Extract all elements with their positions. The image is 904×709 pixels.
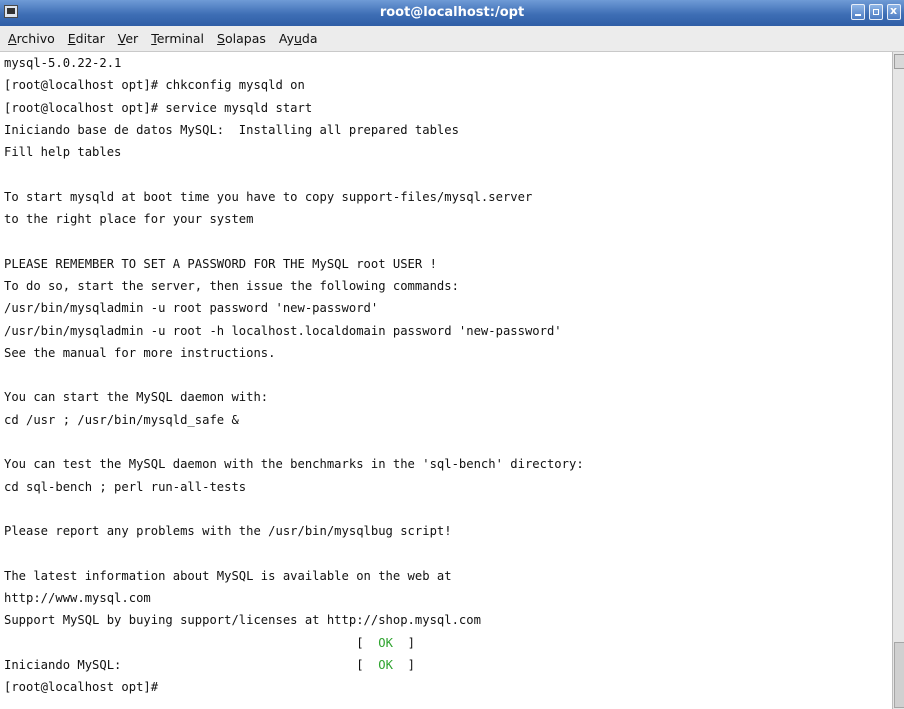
maximize-button[interactable] (869, 4, 883, 20)
menu-bar: Archivo Editar Ver Terminal Solapas Ayud… (0, 26, 904, 52)
terminal-line: You can start the MySQL daemon with: (4, 390, 269, 405)
menu-ayuda[interactable]: Ayuda (274, 31, 323, 46)
vertical-scrollbar[interactable] (892, 52, 904, 709)
status-line-2: Iniciando MySQL: [ OK ] (0, 654, 892, 676)
status-label: Iniciando MySQL: (4, 658, 122, 673)
terminal-line: Fill help tables (4, 145, 122, 160)
menu-archivo[interactable]: Archivo (3, 31, 60, 46)
terminal-line: Support MySQL by buying support/licenses… (4, 613, 481, 628)
terminal-line: The latest information about MySQL is av… (4, 568, 452, 583)
terminal-output[interactable]: mysql-5.0.22-2.1 [root@localhost opt]# c… (0, 52, 892, 709)
terminal-line: /usr/bin/mysqladmin -u root password 'ne… (4, 301, 379, 316)
ok-status: OK (378, 635, 393, 650)
menu-terminal[interactable]: Terminal (146, 31, 209, 46)
status-pad-1 (4, 636, 356, 650)
status-open-bracket: [ (356, 635, 364, 650)
terminal-line: cd /usr ; /usr/bin/mysqld_safe & (4, 412, 239, 427)
terminal-line: mysql-5.0.22-2.1 (4, 56, 122, 70)
terminal-line: To do so, start the server, then issue t… (4, 278, 459, 293)
menu-solapas[interactable]: Solapas (212, 31, 271, 46)
terminal-line: See the manual for more instructions. (4, 345, 276, 360)
terminal-line: Iniciando base de datos MySQL: Installin… (4, 122, 459, 137)
terminal-line: to the right place for your system (4, 212, 254, 227)
terminal-line: cd sql-bench ; perl run-all-tests (4, 479, 247, 494)
scroll-thumb[interactable] (894, 642, 904, 708)
status-pad-2 (121, 658, 356, 672)
terminal-line: Please report any problems with the /usr… (4, 524, 452, 539)
status-open-bracket: [ (356, 658, 364, 673)
terminal-line: /usr/bin/mysqladmin -u root -h localhost… (4, 323, 562, 338)
terminal-line: [root@localhost opt]# service mysqld sta… (4, 100, 313, 115)
menu-ver[interactable]: Ver (113, 31, 143, 46)
status-line-1: [ OK ] (0, 632, 892, 654)
minimize-button[interactable] (851, 4, 865, 20)
status-close-bracket: ] (407, 658, 415, 673)
terminal-line: PLEASE REMEMBER TO SET A PASSWORD FOR TH… (4, 256, 437, 271)
terminal-line: To start mysqld at boot time you have to… (4, 189, 533, 204)
menu-editar[interactable]: Editar (63, 31, 110, 46)
terminal-line: You can test the MySQL daemon with the b… (4, 457, 584, 472)
ok-status: OK (378, 658, 393, 673)
shell-prompt: [root@localhost opt]# (4, 680, 159, 695)
window-title: root@localhost:/opt (379, 5, 525, 20)
scroll-up-arrow-icon[interactable] (894, 54, 904, 69)
terminal-line: http://www.mysql.com (4, 591, 151, 606)
terminal-line: [root@localhost opt]# chkconfig mysqld o… (4, 78, 305, 93)
close-button[interactable] (887, 4, 901, 20)
status-close-bracket: ] (407, 635, 415, 650)
title-bar[interactable]: root@localhost:/opt (0, 0, 904, 27)
